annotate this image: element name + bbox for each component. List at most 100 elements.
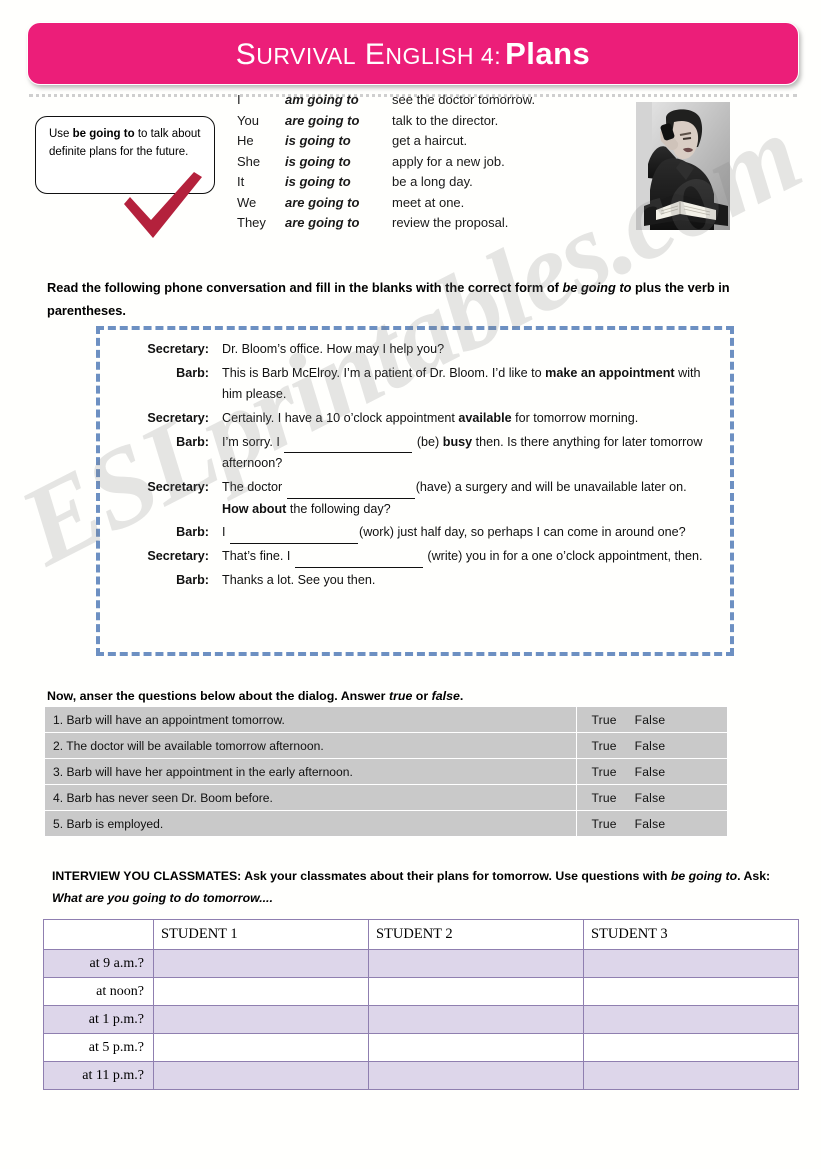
grammar-auxiliary: is going to xyxy=(285,174,351,189)
dialog-text-run: the following day? xyxy=(286,501,391,516)
tip-text-before: Use xyxy=(49,128,73,140)
dialog-line: Secretary: Certainly. I have a 10 o’clock… xyxy=(100,407,716,431)
woman-on-phone-photo xyxy=(636,102,730,230)
student-answer-cell[interactable] xyxy=(582,977,800,1006)
title-survival: URVIVAL xyxy=(256,42,357,69)
dialog-text: This is Barb McElroy. I’m a patient of D… xyxy=(221,362,716,407)
instruction-tf-false: false xyxy=(431,689,460,703)
dialog-keyword: available xyxy=(458,410,512,425)
student-answer-cell[interactable] xyxy=(152,1061,369,1090)
grammar-row: We are going to meet at one. xyxy=(237,195,535,216)
dialog-speaker: Barb: xyxy=(176,572,209,587)
table-row: at 9 a.m.? xyxy=(43,949,800,978)
dialog-text-run: (be) xyxy=(413,434,443,449)
student-answer-cell[interactable] xyxy=(367,949,584,978)
dialog-exercise-box: Secretary: Dr. Bloom’s office. How may I … xyxy=(96,326,734,656)
grammar-auxiliary: is going to xyxy=(285,153,351,169)
true-option[interactable]: True xyxy=(591,739,616,753)
title-lead-s: S xyxy=(235,37,257,71)
time-slot-label: at noon? xyxy=(43,977,154,1006)
student-column-header: STUDENT 3 xyxy=(582,919,800,950)
page-title: SURVIVAL ENGLISH 4: Plans xyxy=(236,38,591,70)
answer-blank[interactable] xyxy=(284,440,413,454)
grammar-predicate: get a haircut. xyxy=(392,133,468,148)
false-option[interactable]: False xyxy=(635,739,666,753)
title-plans: Plans xyxy=(505,35,591,71)
time-slot-label: at 1 p.m.? xyxy=(43,1005,154,1034)
student-column-header: STUDENT 1 xyxy=(152,919,369,950)
grammar-row: They are going to review the proposal. xyxy=(237,215,535,236)
true-false-answer-options: True False xyxy=(576,758,728,785)
student-answer-cell[interactable] xyxy=(582,1005,800,1034)
student-answer-cell[interactable] xyxy=(152,977,369,1006)
student-interview-table: STUDENT 1 STUDENT 2 STUDENT 3 at 9 a.m.? at … xyxy=(43,919,800,1090)
grammar-subject: She xyxy=(237,153,261,169)
tip-text-bold: be going to xyxy=(72,128,135,140)
grammar-auxiliary: are going to xyxy=(285,215,360,230)
header-banner-wrapper: SURVIVAL ENGLISH 4: Plans xyxy=(27,22,799,85)
student-answer-cell[interactable] xyxy=(367,1005,584,1034)
time-slot-label: at 9 a.m.? xyxy=(43,949,154,978)
time-slot-label: at 11 p.m.? xyxy=(43,1061,154,1090)
table-row: at 11 p.m.? xyxy=(43,1061,800,1090)
dialog-text-run: (have) a surgery and will be unavailable… xyxy=(415,479,687,494)
true-false-question: 1. Barb will have an appointment tomorro… xyxy=(43,706,578,733)
student-answer-cell[interactable] xyxy=(582,949,800,978)
true-option[interactable]: True xyxy=(591,765,616,779)
answer-blank[interactable] xyxy=(294,555,423,568)
student-answer-cell[interactable] xyxy=(152,1033,369,1062)
instruction-tf-true: true xyxy=(388,689,413,703)
dialog-text-run: Thanks a lot. See you then. xyxy=(222,572,376,587)
instruction-true-false: Now, anser the questions below about the… xyxy=(47,685,791,707)
true-option[interactable]: True xyxy=(591,791,616,805)
title-lead-e: E xyxy=(364,37,386,71)
grammar-row: It is going to be a long day. xyxy=(237,174,535,195)
table-row: at 1 p.m.? xyxy=(43,1005,800,1034)
student-table-corner-cell xyxy=(43,919,154,950)
grammar-auxiliary: are going to xyxy=(285,194,360,210)
true-option[interactable]: True xyxy=(591,817,616,831)
false-option[interactable]: False xyxy=(635,817,666,831)
instruction-read-dialog: Read the following phone conversation an… xyxy=(47,277,791,323)
instruction-interview-mid: . Ask: xyxy=(737,869,771,883)
time-slot-label: at 5 p.m.? xyxy=(43,1033,154,1062)
student-answer-cell[interactable] xyxy=(367,1061,584,1090)
dialog-line: Secretary: The doctor (have) a surgery an… xyxy=(100,476,716,521)
grammar-auxiliary: am going to xyxy=(285,92,359,107)
dialog-lines: Secretary: Dr. Bloom’s office. How may I … xyxy=(100,338,716,592)
student-answer-cell[interactable] xyxy=(367,1033,584,1062)
student-answer-cell[interactable] xyxy=(582,1033,800,1062)
grammar-subject: He xyxy=(237,133,254,148)
student-answer-cell[interactable] xyxy=(152,1005,369,1034)
table-row: 2. The doctor will be available tomorrow… xyxy=(43,732,728,759)
grammar-auxiliary: is going to xyxy=(285,133,351,148)
true-false-answer-options: True False xyxy=(576,732,728,759)
student-answer-cell[interactable] xyxy=(582,1061,800,1090)
dialog-speaker: Secretary: xyxy=(147,548,209,563)
instruction-tf-mid: or xyxy=(412,689,432,703)
false-option[interactable]: False xyxy=(635,765,666,779)
instruction-interview-em1: be going to xyxy=(670,869,738,883)
answer-blank[interactable] xyxy=(230,531,358,544)
grammar-row: He is going to get a haircut. xyxy=(237,133,535,154)
student-table-header-row: STUDENT 1 STUDENT 2 STUDENT 3 xyxy=(43,919,800,950)
false-option[interactable]: False xyxy=(635,713,666,727)
table-row: at noon? xyxy=(43,977,800,1006)
true-option[interactable]: True xyxy=(591,713,616,727)
header-banner: SURVIVAL ENGLISH 4: Plans xyxy=(27,22,799,85)
grammar-row: She is going to apply for a new job. xyxy=(237,154,535,175)
answer-blank[interactable] xyxy=(286,486,415,499)
true-false-table: 1. Barb will have an appointment tomorro… xyxy=(43,706,728,837)
dialog-text: I’m sorry. I (be) busy then. Is there an… xyxy=(221,431,716,476)
student-answer-cell[interactable] xyxy=(367,977,584,1006)
true-false-question: 2. The doctor will be available tomorrow… xyxy=(43,732,578,759)
table-row: 3. Barb will have her appointment in the… xyxy=(43,758,728,785)
dialog-line: Secretary: Dr. Bloom’s office. How may I … xyxy=(100,338,716,362)
dialog-text: That’s fine. I (write) you in for a one … xyxy=(221,545,716,569)
dialog-text-run: I’m sorry. I xyxy=(222,434,284,449)
false-option[interactable]: False xyxy=(635,791,666,805)
dialog-text-run: I xyxy=(222,525,229,540)
dialog-keyword: make an appointment xyxy=(545,365,675,380)
instruction-interview-part-a: INTERVIEW YOU CLASSMATES: Ask your class… xyxy=(52,869,671,883)
student-answer-cell[interactable] xyxy=(152,949,369,978)
